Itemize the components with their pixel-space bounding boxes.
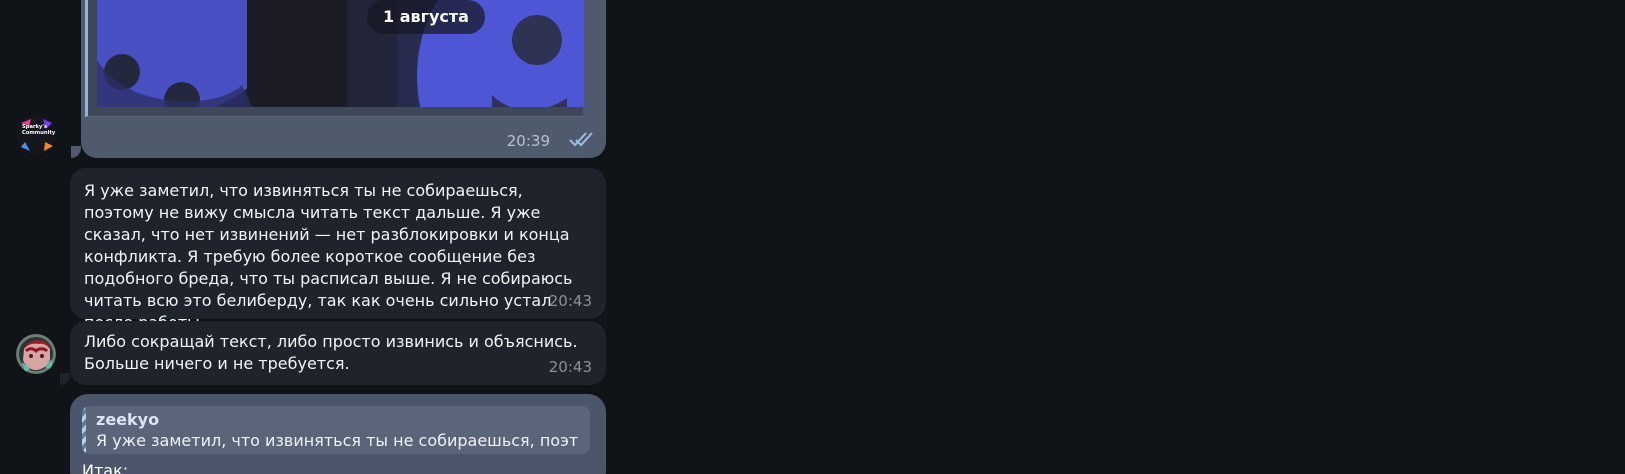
- reply-text: Итак:: [82, 461, 129, 474]
- message-text: Я уже заметил, что извиняться ты не соби…: [84, 181, 573, 332]
- message-bubble[interactable]: Либо сокращай текст, либо просто извинис…: [60, 321, 606, 385]
- message-time: 20:39: [506, 132, 550, 150]
- chat-history: 1 августа 20:39 Sparky's Community Я уже…: [0, 0, 1625, 474]
- date-pill: 1 августа: [367, 0, 485, 34]
- discord-art-image: [97, 0, 584, 107]
- quoted-text: Я уже заметил, что извиняться ты не соби…: [96, 431, 578, 450]
- message-text: Либо сокращай текст, либо просто извинис…: [84, 332, 578, 373]
- sparky-avatar[interactable]: Sparky's Community: [16, 115, 56, 155]
- media-preview-frame[interactable]: [85, 0, 584, 117]
- double-check-read-icon: [569, 132, 593, 147]
- quoted-message[interactable]: zeekyo Я уже заметил, что извиняться ты …: [82, 406, 590, 454]
- empty-chat-area: [610, 0, 1625, 474]
- reply-message-bubble[interactable]: zeekyo Я уже заметил, что извиняться ты …: [70, 394, 606, 474]
- message-bubble[interactable]: Я уже заметил, что извиняться ты не соби…: [70, 168, 606, 332]
- sparky-avatar-label: Sparky's Community: [22, 124, 56, 136]
- user-avatar-image: [16, 334, 56, 374]
- user-avatar[interactable]: [16, 334, 56, 374]
- quoted-author: zeekyo: [96, 410, 160, 429]
- message-time: 20:43: [548, 292, 592, 310]
- media-preview-image[interactable]: [97, 0, 584, 107]
- media-message-bubble[interactable]: 1 августа 20:39: [71, 0, 606, 158]
- message-time: 20:43: [548, 358, 592, 376]
